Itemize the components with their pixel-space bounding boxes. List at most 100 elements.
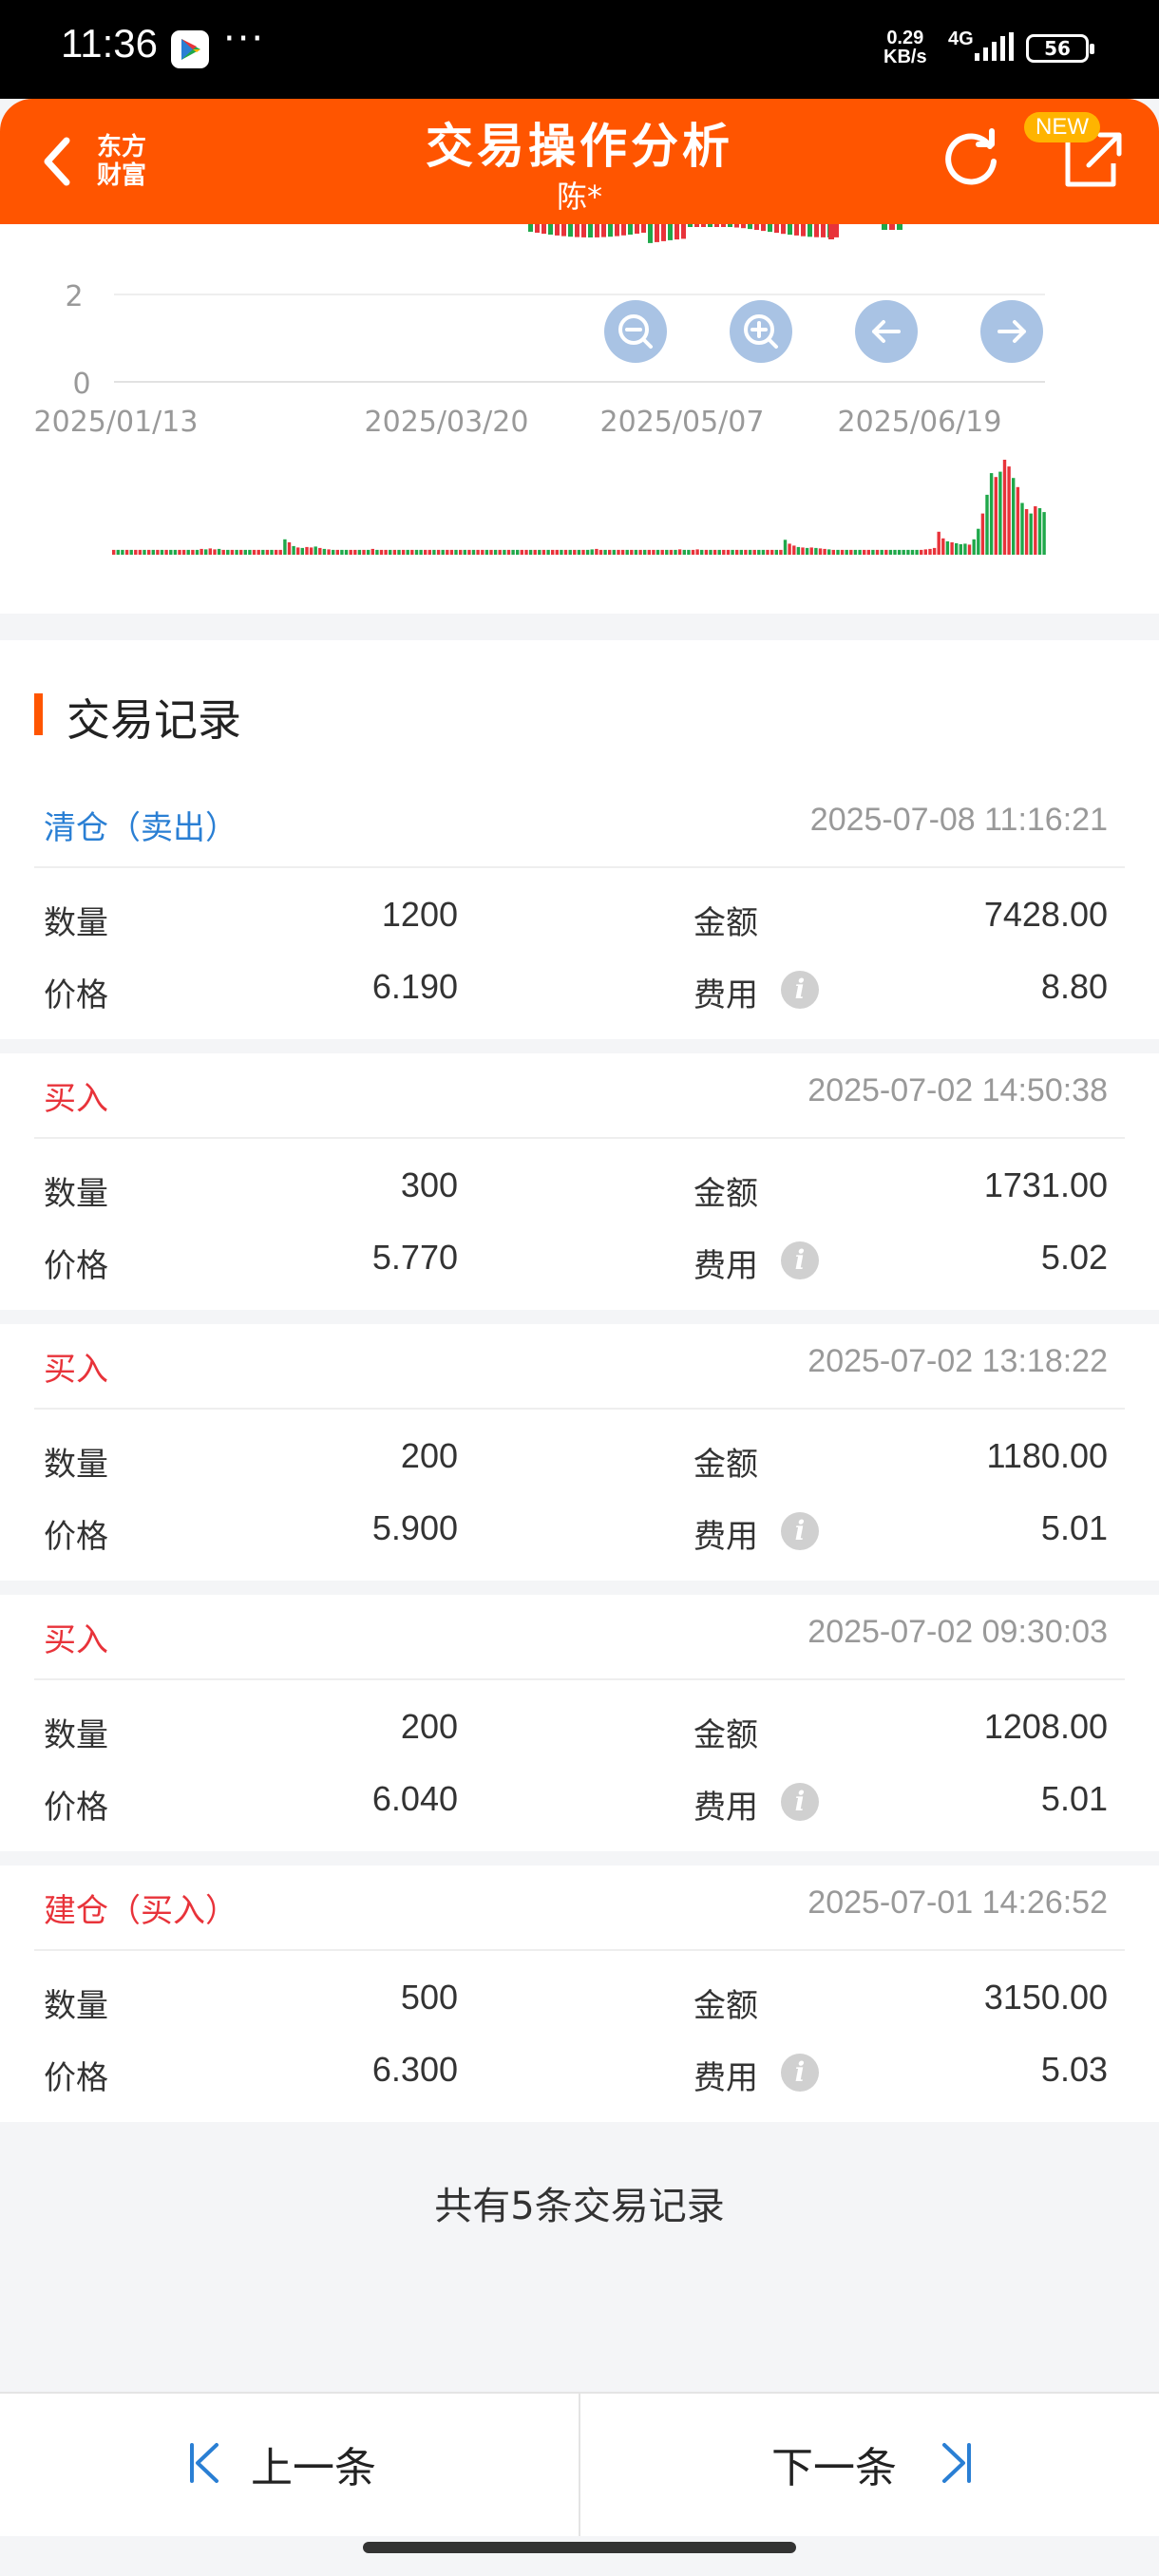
x-tick: 2025/01/13 (34, 406, 199, 439)
fee-value: 5.01 (1040, 1508, 1108, 1547)
volume-bar (920, 549, 923, 555)
volume-bar (709, 549, 712, 555)
volume-bar (568, 549, 572, 555)
zoom-in-button[interactable] (730, 300, 792, 363)
info-icon[interactable]: i (781, 1783, 819, 1821)
candle (542, 224, 546, 235)
volume-bar (296, 547, 300, 555)
price-value: 6.300 (371, 2050, 458, 2089)
volume-bar (370, 548, 374, 555)
y-tick: 2 (65, 280, 83, 313)
volume-bar (178, 549, 181, 555)
volume-bar (875, 549, 880, 555)
prev-record-button[interactable]: 上一条 (0, 2394, 579, 2536)
volume-bar (379, 549, 384, 555)
volume-bar (542, 549, 546, 555)
volume-bar (353, 549, 357, 555)
volume-bar (493, 549, 498, 555)
volume-bar (357, 549, 362, 555)
volume-bar (401, 549, 406, 555)
qty-value: 1200 (381, 895, 458, 934)
trade-time: 2025-07-08 11:16:21 (809, 802, 1108, 838)
candle (761, 224, 766, 232)
record-count: 共有5条交易记录 (434, 2185, 725, 2228)
volume-bar (687, 549, 691, 555)
volume-bar (937, 531, 940, 555)
volume-bar (761, 549, 766, 555)
fee-value: 5.03 (1040, 2050, 1108, 2089)
volume-bar (849, 549, 853, 555)
first-icon (190, 2443, 218, 2483)
price-value: 6.040 (371, 1779, 458, 1818)
candle (821, 224, 826, 237)
zoom-out-button[interactable] (604, 300, 667, 363)
section-title: 交易记录 (66, 694, 241, 746)
info-icon[interactable]: i (781, 1241, 819, 1279)
volume-bar (801, 547, 805, 555)
kline-chart[interactable]: 2 0 2025/01/13 2025/03/20 2025/05/07 202… (0, 224, 1159, 614)
volume-bar (389, 549, 392, 555)
candle (655, 224, 659, 242)
trade-record[interactable]: 买入 2025-07-02 13:18:22 数量 200 金额 1180.00 价格 5.9… (0, 1324, 1159, 1581)
volume-bar (164, 549, 168, 555)
x-tick: 2025/03/20 (365, 406, 529, 439)
pan-right-button[interactable] (980, 300, 1043, 363)
refresh-icon[interactable] (940, 127, 1003, 190)
volume-bar (928, 548, 932, 555)
volume-bar (809, 547, 813, 555)
price-label: 价格 (44, 1247, 108, 1285)
volume-bar (414, 549, 419, 555)
pan-left-button[interactable] (855, 300, 918, 363)
fee-value: 5.02 (1040, 1238, 1108, 1277)
volume-bar (598, 549, 603, 555)
home-indicator[interactable] (363, 2542, 796, 2553)
volume-bar (985, 494, 989, 555)
candle (828, 224, 834, 239)
trade-record[interactable]: 清仓（卖出） 2025-07-08 11:16:21 数量 1200 金额 7428.00… (0, 783, 1159, 1039)
info-icon[interactable]: i (781, 2054, 819, 2092)
qty-label: 数量 (44, 1987, 108, 2025)
volume-bar (213, 549, 217, 555)
trade-record[interactable]: 建仓（买入） 2025-07-01 14:26:52 数量 500 金额 3150.00 价… (0, 1866, 1159, 2122)
qty-label: 数量 (44, 1716, 108, 1754)
volume-bar (783, 540, 788, 555)
volume-bar (441, 549, 445, 555)
volume-bar (138, 549, 142, 555)
volume-bar (235, 549, 238, 555)
candlestick-series (528, 224, 902, 243)
candle (794, 224, 799, 236)
trade-record[interactable]: 买入 2025-07-02 09:30:03 数量 200 金额 1208.00 价格 6.0… (0, 1595, 1159, 1851)
volume-bar (731, 549, 734, 555)
candle (801, 224, 806, 237)
trade-record[interactable]: 买入 2025-07-02 14:50:38 数量 300 金额 1731.00 价格 5.7… (0, 1053, 1159, 1310)
volume-bar (484, 549, 489, 555)
volume-bar (660, 549, 664, 555)
volume-bar (533, 549, 537, 555)
candle (561, 224, 566, 237)
trade-type: 买入 (44, 1080, 108, 1118)
volume-bar (585, 549, 590, 555)
volume-bar (1007, 466, 1011, 555)
volume-bar (278, 549, 282, 555)
volume-bar (239, 549, 243, 555)
volume-bar (770, 549, 774, 555)
info-icon[interactable]: i (781, 971, 819, 1009)
section-accent-bar (34, 693, 43, 735)
volume-bar (173, 549, 178, 555)
volume-bar (243, 549, 247, 555)
volume-bar (691, 549, 695, 555)
volume-bar (1012, 478, 1016, 555)
candle (581, 224, 586, 237)
records-section-header: 交易记录 (0, 640, 1159, 785)
volume-bar (977, 528, 980, 555)
volume-bar (897, 549, 902, 555)
price-value: 6.190 (371, 967, 458, 1006)
volume-bar (836, 549, 840, 555)
volume-bar (471, 549, 476, 555)
candle (595, 224, 599, 237)
next-record-button[interactable]: 下一条 (580, 2394, 1159, 2536)
info-icon[interactable]: i (781, 1512, 819, 1550)
amount-label: 金额 (694, 1987, 758, 2025)
volume-bar (344, 549, 349, 555)
volume-bar (327, 549, 331, 555)
